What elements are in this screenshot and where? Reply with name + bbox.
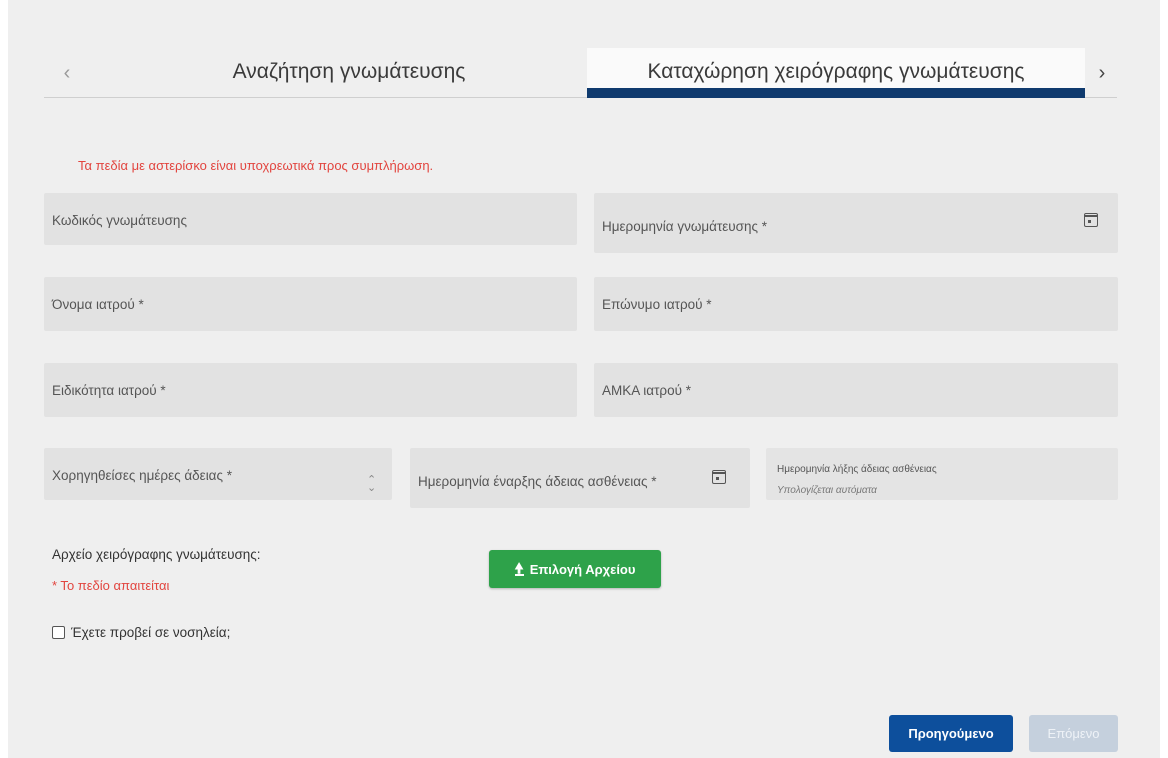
required-fields-note: Τα πεδία με αστερίσκο είναι υποχρεωτικά …: [78, 158, 434, 173]
doctor-last-name-placeholder: Επώνυμο ιατρού *: [602, 297, 712, 312]
hospitalization-label: Έχετε προβεί σε νοσηλεία;: [71, 625, 231, 640]
doctor-specialty-placeholder: Ειδικότητα ιατρού *: [52, 383, 166, 398]
leave-end-date-label: Ημερομηνία λήξης άδειας ασθένειας: [777, 464, 937, 475]
doctor-first-name-input[interactable]: Όνομα ιατρού *: [44, 277, 577, 331]
doctor-amka-input[interactable]: ΑΜΚΑ ιατρού *: [594, 363, 1118, 417]
leave-days-stepper[interactable]: Χορηγηθείσες ημέρες άδειας * ⌃ ⌄: [44, 448, 392, 500]
referral-code-input[interactable]: Κωδικός γνωμάτευσης: [44, 193, 577, 245]
tab-bar: ‹ Αναζήτηση γνωμάτευσης Καταχώρηση χειρό…: [44, 48, 1117, 98]
tab-register-handwritten[interactable]: Καταχώρηση χειρόγραφης γνωμάτευσης: [587, 48, 1085, 98]
choose-file-button[interactable]: 🠝 Επιλογή Αρχείου: [489, 550, 661, 588]
doctor-first-name-placeholder: Όνομα ιατρού *: [52, 297, 144, 312]
file-required-error: * Το πεδίο απαιτείται: [52, 578, 170, 593]
leave-start-date-placeholder: Ημερομηνία έναρξης άδειας ασθένειας *: [418, 474, 657, 489]
calendar-icon[interactable]: [712, 470, 726, 484]
file-upload-label: Αρχείο χειρόγραφης γνωμάτευσης:: [52, 547, 261, 562]
leave-end-date-value: Υπολογίζεται αυτόματα: [777, 485, 877, 496]
doctor-specialty-input[interactable]: Ειδικότητα ιατρού *: [44, 363, 577, 417]
previous-button[interactable]: Προηγούμενο: [889, 715, 1013, 752]
doctor-amka-placeholder: ΑΜΚΑ ιατρού *: [602, 383, 691, 398]
referral-date-input[interactable]: Ημερομηνία γνωμάτευσης *: [594, 193, 1118, 253]
tab-search-referral[interactable]: Αναζήτηση γνωμάτευσης: [114, 48, 584, 96]
stepper-icon[interactable]: ⌃ ⌄: [367, 475, 376, 494]
hospitalization-checkbox[interactable]: [52, 626, 65, 639]
referral-date-placeholder: Ημερομηνία γνωμάτευσης *: [602, 219, 768, 234]
choose-file-label: Επιλογή Αρχείου: [529, 561, 636, 577]
hospitalization-row: Έχετε προβεί σε νοσηλεία;: [52, 625, 230, 640]
next-button[interactable]: Επόμενο: [1029, 715, 1118, 752]
calendar-icon[interactable]: [1084, 213, 1098, 227]
leave-end-date-field: Ημερομηνία λήξης άδειας ασθένειας Υπολογ…: [766, 448, 1118, 500]
upload-icon: 🠝: [514, 560, 524, 576]
tab-active-indicator: [587, 88, 1085, 98]
leave-days-placeholder: Χορηγηθείσες ημέρες άδειας *: [52, 468, 233, 483]
leave-start-date-input[interactable]: Ημερομηνία έναρξης άδειας ασθένειας *: [410, 448, 750, 508]
referral-code-placeholder: Κωδικός γνωμάτευσης: [52, 213, 187, 228]
doctor-last-name-input[interactable]: Επώνυμο ιατρού *: [594, 277, 1118, 331]
tab-scroll-left-icon[interactable]: ‹: [52, 58, 82, 88]
tab-scroll-right-icon[interactable]: ›: [1087, 58, 1117, 88]
tab-label: Καταχώρηση χειρόγραφης γνωμάτευσης: [647, 60, 1025, 83]
